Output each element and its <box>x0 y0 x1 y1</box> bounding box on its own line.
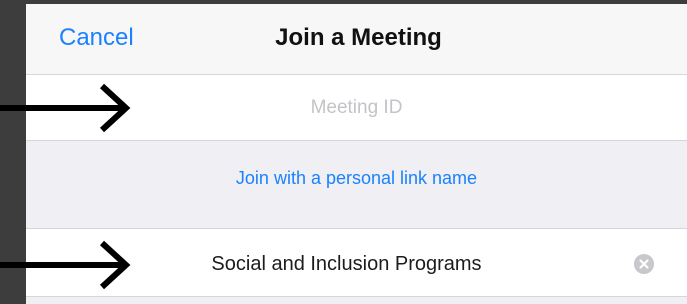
navigation-bar: Cancel Join a Meeting <box>26 4 687 75</box>
page-title: Join a Meeting <box>275 24 442 51</box>
right-arrow-icon <box>0 83 131 133</box>
join-with-personal-link-button[interactable]: Join with a personal link name <box>26 168 687 189</box>
right-arrow-icon <box>0 240 131 290</box>
clear-icon[interactable] <box>634 254 654 274</box>
